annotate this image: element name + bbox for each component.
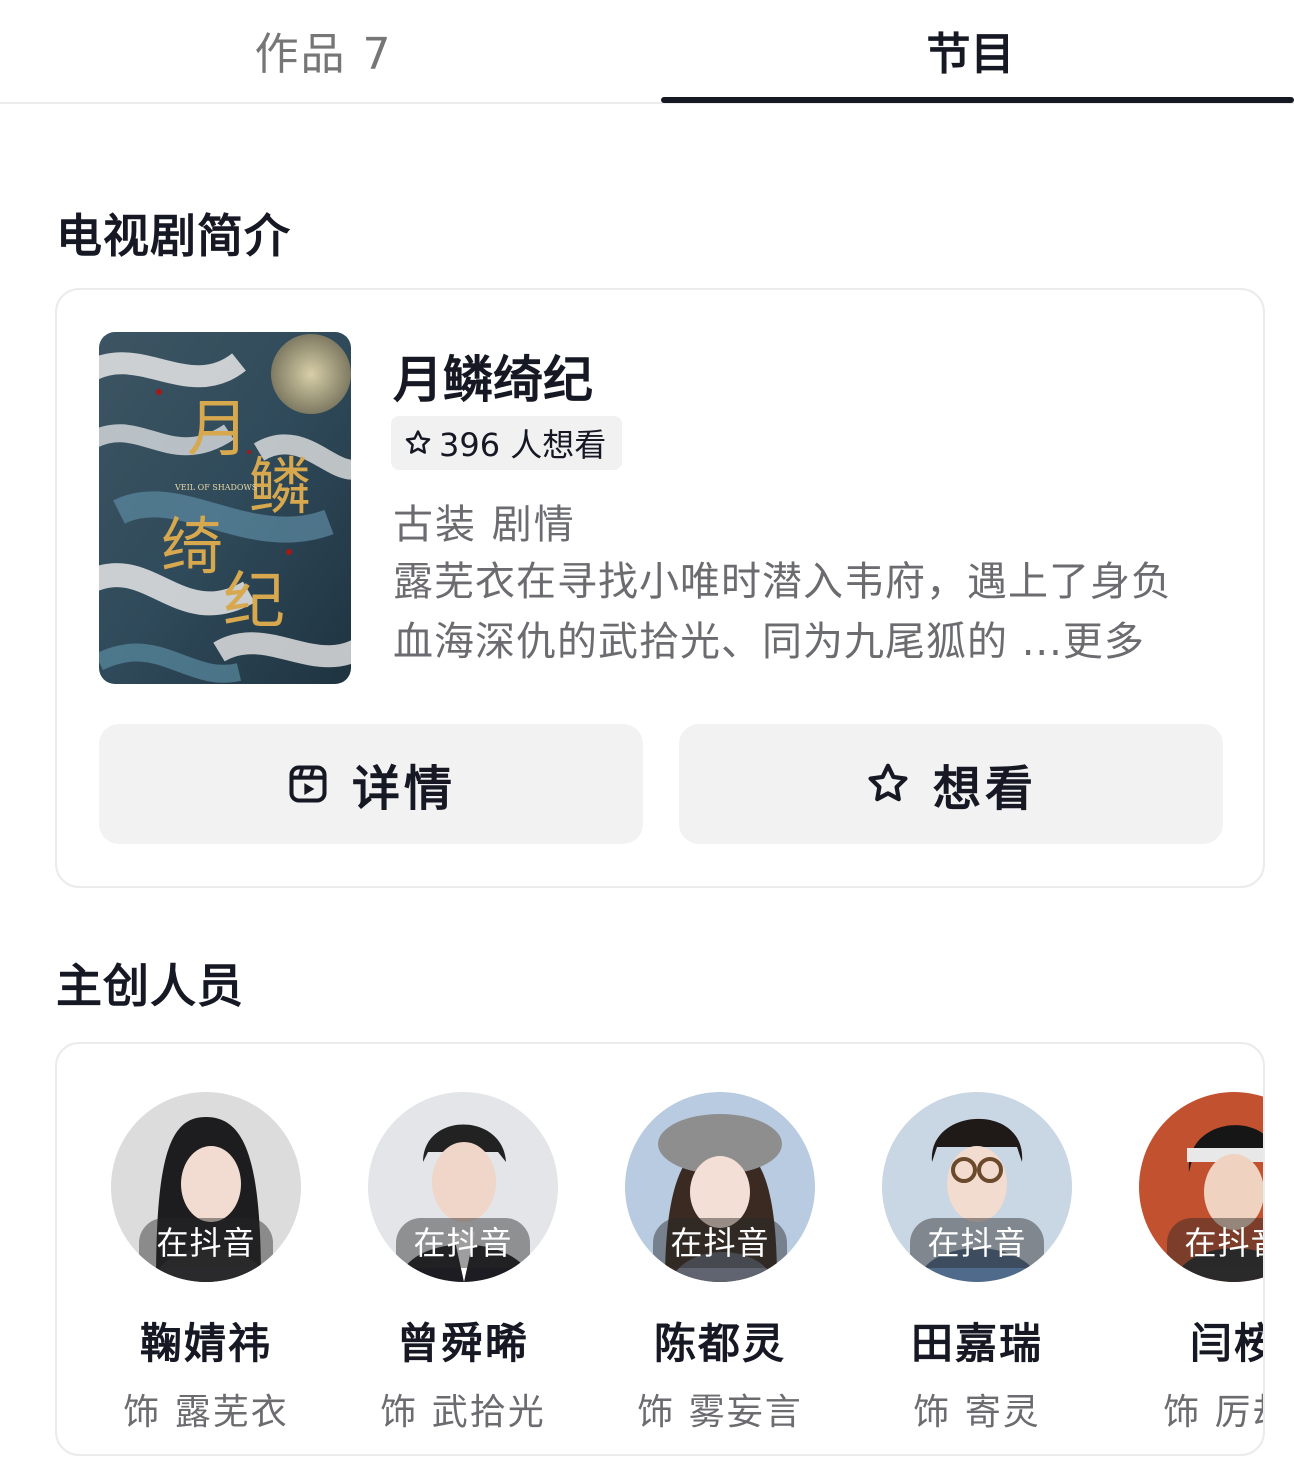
- crew-member-name: 闫桉: [1189, 1319, 1263, 1368]
- tab-works[interactable]: 作品 7: [0, 0, 647, 100]
- crew-member-name: 陈都灵: [653, 1319, 786, 1368]
- crew-card: 在抖音 鞠婧祎 饰 露芜衣 在抖音 曾舜晞 饰 武拾光 在抖音 陈都灵 饰 雾妄…: [55, 1042, 1265, 1456]
- want-button-label: 想看: [932, 761, 1037, 817]
- crew-member[interactable]: 在抖音 陈都灵 饰 雾妄言: [605, 1092, 835, 1435]
- want-count-badge: 396 人想看: [391, 416, 623, 470]
- star-icon: [868, 763, 908, 802]
- crew-member-role: 饰 雾妄言: [637, 1392, 803, 1433]
- on-douyin-tag: 在抖音: [396, 1218, 530, 1268]
- drama-genres: 古装 剧情: [393, 502, 576, 548]
- poster-title-char-1: 月: [187, 392, 249, 465]
- video-icon: [289, 765, 327, 803]
- avatar[interactable]: 在抖音: [1139, 1092, 1263, 1282]
- poster-subtitle: VEIL OF SHADOWS: [174, 483, 257, 492]
- crew-member-role: 饰 厉劫/: [1163, 1392, 1263, 1433]
- synopsis-line-1: 露芜衣在寻找小唯时潜入韦府，遇上了身负: [393, 559, 1172, 605]
- tab-active-indicator: [661, 97, 1294, 103]
- crew-section-title: 主创人员: [56, 959, 244, 1013]
- on-douyin-tag: 在抖音: [1167, 1218, 1263, 1268]
- drama-synopsis: 露芜衣在寻找小唯时潜入韦府，遇上了身负 血海深仇的武拾光、同为九尾狐的 ...更…: [393, 552, 1233, 672]
- crew-member[interactable]: 在抖音 曾舜晞 饰 武拾光: [348, 1092, 578, 1435]
- avatar[interactable]: 在抖音: [111, 1092, 301, 1282]
- poster-title-char-4: 纪: [223, 564, 285, 637]
- crew-member-role: 饰 寄灵: [913, 1392, 1041, 1433]
- crew-member-name: 曾舜晞: [396, 1319, 529, 1368]
- crew-member[interactable]: 在抖音 田嘉瑞 饰 寄灵: [862, 1092, 1092, 1435]
- drama-card: 月 鳞 绮 纪 VEIL OF SHADOWS 月鳞绮纪 396 人想看 古装 …: [55, 288, 1265, 888]
- crew-member-role: 饰 露芜衣: [123, 1392, 289, 1433]
- want-button[interactable]: 想看: [679, 724, 1223, 844]
- crew-member-name: 鞠婧祎: [139, 1319, 272, 1368]
- detail-button[interactable]: 详情: [99, 724, 643, 844]
- tab-bar: 作品 7 节目: [0, 0, 1294, 104]
- crew-member-name: 田嘉瑞: [910, 1319, 1043, 1368]
- drama-title[interactable]: 月鳞绮纪: [393, 340, 593, 412]
- drama-poster[interactable]: 月 鳞 绮 纪 VEIL OF SHADOWS: [99, 332, 351, 684]
- crew-member[interactable]: 在抖音 闫桉 饰 厉劫/: [1119, 1092, 1263, 1435]
- star-outline-icon: [405, 430, 431, 454]
- want-count-text: 396 人想看: [439, 426, 607, 464]
- on-douyin-tag: 在抖音: [910, 1218, 1044, 1268]
- avatar[interactable]: 在抖音: [625, 1092, 815, 1282]
- avatar[interactable]: 在抖音: [368, 1092, 558, 1282]
- crew-member-role: 饰 武拾光: [380, 1392, 546, 1433]
- poster-title-char-2: 鳞: [249, 450, 311, 523]
- drama-section-title: 电视剧简介: [56, 209, 291, 263]
- on-douyin-tag: 在抖音: [653, 1218, 787, 1268]
- on-douyin-tag: 在抖音: [139, 1218, 273, 1268]
- poster-title-char-3: 绮: [161, 510, 223, 583]
- avatar[interactable]: 在抖音: [882, 1092, 1072, 1282]
- crew-member[interactable]: 在抖音 鞠婧祎 饰 露芜衣: [91, 1092, 321, 1435]
- synopsis-line-2: 血海深仇的武拾光、同为九尾狐的: [393, 619, 1022, 665]
- tab-shows[interactable]: 节目: [647, 0, 1294, 100]
- detail-button-label: 详情: [351, 761, 456, 817]
- synopsis-more-link[interactable]: ...更多: [1022, 619, 1145, 665]
